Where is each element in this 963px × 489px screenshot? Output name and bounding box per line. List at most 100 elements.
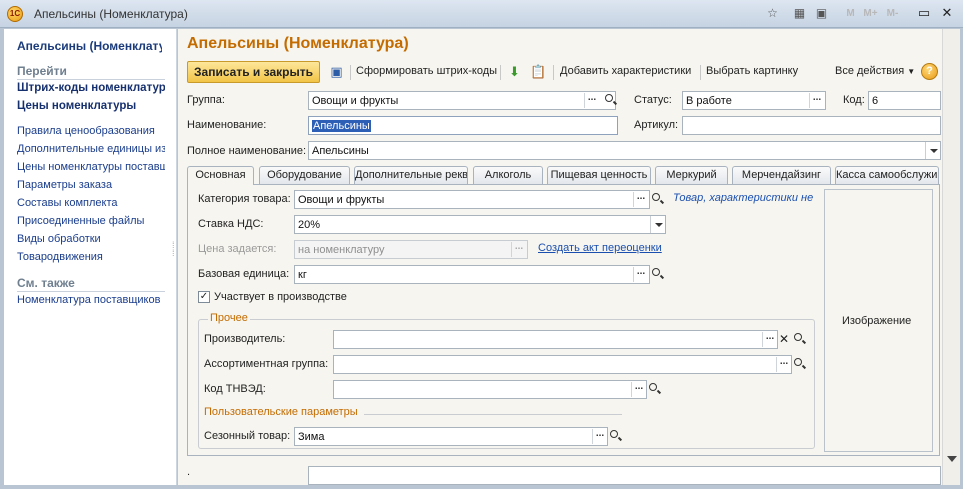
- memory-subtract-icon[interactable]: M-: [884, 5, 901, 22]
- fullname-input[interactable]: Апельсины: [308, 141, 941, 160]
- seasonal-field[interactable]: Зима ...: [294, 427, 608, 446]
- clipboard-icon[interactable]: 📋: [530, 63, 547, 80]
- nav-section-divider: [17, 79, 165, 80]
- article-label: Артикул:: [634, 119, 679, 131]
- assortment-search-icon[interactable]: [791, 355, 807, 374]
- category-value: Овощи и фрукты: [298, 194, 385, 206]
- all-actions-label: Все действия: [835, 65, 905, 77]
- category-select-button[interactable]: ...: [633, 192, 648, 207]
- download-icon[interactable]: ⬇: [506, 63, 523, 80]
- group-field[interactable]: Овощи и фрукты ...: [308, 91, 616, 110]
- unit-select-button[interactable]: ...: [633, 267, 648, 282]
- seasonal-label: Сезонный товар:: [204, 430, 291, 442]
- manufacturer-search-icon[interactable]: [791, 330, 807, 349]
- add-characteristics-button[interactable]: Добавить характеристики: [560, 65, 691, 77]
- category-field[interactable]: Овощи и фрукты ...: [294, 190, 650, 209]
- price-field: на номенклатуру ...: [294, 240, 528, 259]
- favorites-star-icon[interactable]: ☆: [764, 5, 781, 22]
- nav-link-pricing-rules[interactable]: Правила ценообразования: [17, 125, 165, 137]
- nav-link-processing-types[interactable]: Виды обработки: [17, 233, 165, 245]
- price-select-button: ...: [511, 242, 526, 257]
- category-search-icon[interactable]: [649, 190, 665, 209]
- production-checkbox[interactable]: ✓: [198, 291, 210, 303]
- toolbar-separator: [350, 65, 351, 80]
- nav-panel-title[interactable]: Апельсины (Номенклатура): [17, 39, 162, 53]
- toolbar-separator: [700, 65, 701, 80]
- assortment-select-button[interactable]: ...: [776, 357, 791, 372]
- vat-dropdown-icon[interactable]: [650, 216, 665, 233]
- name-input[interactable]: Апельсины: [308, 116, 618, 135]
- category-hint-link[interactable]: Товар, характеристики не используются: [673, 192, 815, 204]
- nav-link-supplier-prices[interactable]: Цены номенклатуры поставщиков: [17, 161, 165, 173]
- nav-link-goods-movement[interactable]: Товародвижения: [17, 251, 165, 263]
- next-row-field[interactable]: [308, 466, 941, 485]
- nav-link-order-params[interactable]: Параметры заказа: [17, 179, 165, 191]
- manufacturer-select-button[interactable]: ...: [762, 332, 777, 347]
- seasonal-select-button[interactable]: ...: [592, 429, 607, 444]
- tab-self-checkout[interactable]: Касса самообслуживания: [835, 166, 939, 184]
- manufacturer-field[interactable]: ...: [333, 330, 778, 349]
- image-label: Изображение: [842, 315, 912, 327]
- generate-barcodes-button[interactable]: Сформировать штрих-коды: [356, 65, 497, 77]
- group-search-icon[interactable]: [602, 91, 618, 110]
- category-label: Категория товара:: [198, 193, 291, 205]
- price-value: на номенклатуру: [298, 244, 385, 256]
- form-toolbar: Записать и закрыть ▣ Сформировать штрих-…: [178, 60, 960, 84]
- tab-alcohol[interactable]: Алкоголь: [473, 166, 543, 184]
- assortment-field[interactable]: ...: [333, 355, 792, 374]
- chevron-down-icon: ▼: [907, 67, 916, 76]
- group-select-button[interactable]: ...: [584, 93, 599, 108]
- tab-additional-attributes[interactable]: Дополнительные реквизиты: [354, 166, 468, 184]
- name-value: Апельсины: [312, 120, 371, 132]
- tnved-select-button[interactable]: ...: [631, 382, 646, 397]
- unit-field[interactable]: кг ...: [294, 265, 650, 284]
- revaluation-link[interactable]: Создать акт переоценки: [538, 242, 662, 254]
- other-group-title: Прочее: [208, 312, 250, 324]
- nav-link-prices[interactable]: Цены номенклатуры: [17, 100, 165, 112]
- fullname-dropdown-icon[interactable]: [925, 142, 940, 159]
- form-scrollbar[interactable]: [942, 29, 960, 485]
- tnved-field[interactable]: ...: [333, 380, 647, 399]
- status-select-button[interactable]: ...: [809, 93, 824, 108]
- tab-main[interactable]: Основная: [187, 166, 254, 185]
- navigation-panel: Апельсины (Номенклатура) Перейти Штрих-к…: [4, 29, 177, 485]
- scroll-down-icon[interactable]: [947, 456, 957, 462]
- choose-picture-button[interactable]: Выбрать картинку: [706, 65, 798, 77]
- toolbar-separator: [553, 65, 554, 80]
- all-actions-menu[interactable]: Все действия ▼: [835, 65, 915, 77]
- vat-field[interactable]: 20%: [294, 215, 666, 234]
- tab-mercury[interactable]: Меркурий: [655, 166, 728, 184]
- tnved-search-icon[interactable]: [646, 380, 662, 399]
- tab-nutrition[interactable]: Пищевая ценность: [547, 166, 651, 184]
- vat-value: 20%: [298, 219, 321, 231]
- close-icon[interactable]: ✕: [938, 5, 956, 22]
- seasonal-search-icon[interactable]: [607, 427, 623, 446]
- fullname-value: Апельсины: [312, 145, 369, 157]
- article-input[interactable]: [682, 116, 941, 135]
- manufacturer-label: Производитель:: [204, 333, 286, 345]
- save-disk-icon[interactable]: ▣: [328, 63, 345, 80]
- memory-add-icon[interactable]: M+: [862, 5, 879, 22]
- nav-link-barcodes[interactable]: Штрих-коды номенклатуры: [17, 82, 165, 94]
- vat-label: Ставка НДС:: [198, 218, 264, 230]
- calendar-icon[interactable]: ▣: [813, 5, 830, 22]
- help-icon[interactable]: ?: [921, 63, 938, 80]
- tab-merchandising[interactable]: Мерчендайзинг: [732, 166, 831, 184]
- tab-equipment[interactable]: Оборудование: [259, 166, 350, 184]
- nav-link-supplier-items[interactable]: Номенклатура поставщиков: [17, 294, 165, 306]
- save-and-close-button[interactable]: Записать и закрыть: [187, 61, 320, 83]
- manufacturer-clear-icon[interactable]: ✕: [776, 330, 792, 349]
- nav-link-kit-contents[interactable]: Составы комплекта: [17, 197, 165, 209]
- calculator-icon[interactable]: ▦: [791, 5, 808, 22]
- status-label: Статус:: [634, 94, 672, 106]
- code-field[interactable]: 6: [868, 91, 941, 110]
- memory-store-icon[interactable]: M: [842, 5, 859, 22]
- status-field[interactable]: В работе ...: [682, 91, 826, 110]
- unit-search-icon[interactable]: [649, 265, 665, 284]
- code-value: 6: [872, 95, 879, 107]
- code-label: Код:: [843, 94, 865, 106]
- nav-link-extra-units[interactable]: Дополнительные единицы измерения: [17, 143, 165, 155]
- splitter-grip-icon[interactable]: ⁞ ⁞: [172, 241, 175, 258]
- minimize-icon[interactable]: ▭: [915, 5, 933, 22]
- nav-link-attached-files[interactable]: Присоединенные файлы: [17, 215, 165, 227]
